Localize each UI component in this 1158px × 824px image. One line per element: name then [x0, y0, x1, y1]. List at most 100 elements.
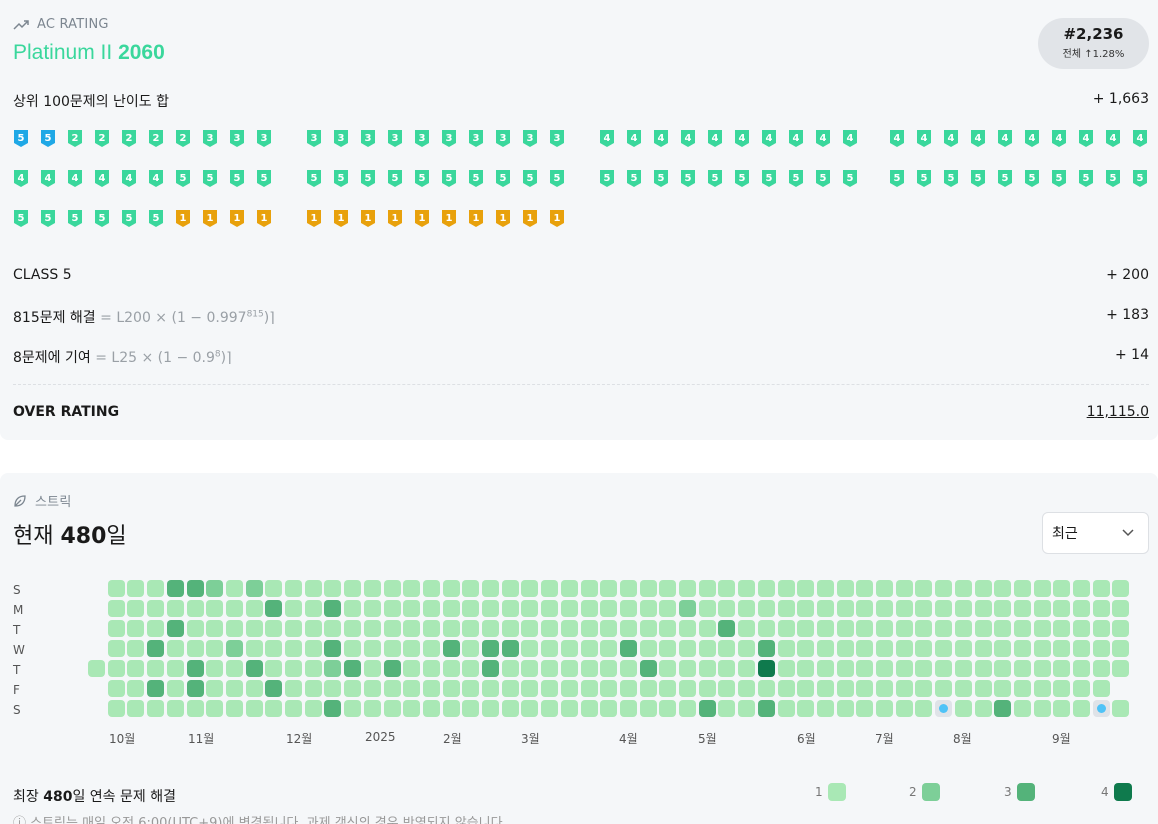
streak-cell[interactable] [186, 660, 204, 677]
streak-cell[interactable] [639, 640, 657, 657]
streak-cell[interactable] [166, 620, 184, 637]
streak-cell[interactable] [186, 680, 204, 697]
streak-cell[interactable] [876, 640, 893, 657]
streak-cell[interactable] [383, 700, 401, 717]
tier-badge-icon[interactable]: 5 [40, 209, 56, 228]
streak-cell[interactable] [107, 620, 125, 637]
tier-badge-icon[interactable]: 4 [680, 129, 696, 148]
streak-cell[interactable] [482, 580, 499, 597]
streak-range-select[interactable]: 최근 [1042, 512, 1149, 554]
streak-cell[interactable] [147, 640, 165, 657]
streak-cell[interactable] [363, 580, 381, 597]
streak-cell[interactable] [1053, 600, 1071, 617]
streak-cell[interactable] [127, 640, 145, 657]
tier-badge-icon[interactable]: 5 [653, 169, 669, 188]
streak-cell[interactable] [1013, 600, 1031, 617]
streak-cell[interactable] [1013, 660, 1031, 677]
streak-cell[interactable] [442, 600, 460, 617]
tier-badge-icon[interactable]: 3 [549, 129, 565, 148]
streak-cell[interactable] [501, 700, 519, 717]
over-rating-value[interactable]: 11,115.0 [1087, 404, 1149, 420]
streak-cell[interactable] [245, 600, 263, 617]
streak-cell[interactable] [679, 640, 696, 657]
tier-badge-icon[interactable]: 4 [943, 129, 959, 148]
streak-cell[interactable] [679, 680, 696, 697]
streak-cell[interactable] [127, 580, 145, 597]
streak-cell[interactable] [757, 640, 775, 657]
streak-cell[interactable] [974, 580, 992, 597]
streak-cell[interactable] [856, 640, 874, 657]
tier-badge-icon[interactable]: 3 [256, 129, 272, 148]
streak-cell[interactable] [462, 660, 480, 677]
streak-cell[interactable] [915, 580, 933, 597]
streak-cell[interactable] [422, 600, 440, 617]
streak-cell[interactable] [422, 620, 440, 637]
streak-cell[interactable] [422, 680, 440, 697]
tier-badge-icon[interactable]: 4 [121, 169, 137, 188]
streak-cell[interactable] [797, 620, 815, 637]
streak-cell[interactable] [363, 600, 381, 617]
streak-cell[interactable] [895, 620, 913, 637]
tier-badge-icon[interactable]: 1 [175, 209, 191, 228]
streak-cell[interactable] [422, 660, 440, 677]
streak-cell[interactable] [225, 640, 243, 657]
tier-badge-icon[interactable]: 4 [148, 169, 164, 188]
streak-cell[interactable] [757, 680, 775, 697]
streak-cell[interactable] [580, 600, 598, 617]
streak-cell[interactable] [482, 640, 499, 657]
streak-cell[interactable] [816, 640, 834, 657]
streak-cell[interactable] [442, 680, 460, 697]
streak-cell[interactable] [994, 580, 1012, 597]
tier-badge-icon[interactable]: 5 [626, 169, 642, 188]
streak-cell[interactable] [718, 640, 736, 657]
streak-cell[interactable] [422, 640, 440, 657]
streak-cell[interactable] [738, 700, 756, 717]
tier-badge-icon[interactable]: 5 [441, 169, 457, 188]
streak-cell[interactable] [147, 680, 165, 697]
tier-badge-icon[interactable]: 5 [599, 169, 615, 188]
streak-cell[interactable] [462, 700, 480, 717]
streak-cell[interactable] [403, 700, 421, 717]
streak-cell[interactable] [935, 640, 953, 657]
tier-badge-icon[interactable]: 4 [40, 169, 56, 188]
streak-cell[interactable] [1013, 640, 1031, 657]
streak-cell[interactable] [600, 600, 618, 617]
streak-cell[interactable] [363, 620, 381, 637]
streak-cell[interactable] [344, 600, 362, 617]
tier-badge-icon[interactable]: 3 [414, 129, 430, 148]
streak-cell[interactable] [915, 660, 933, 677]
streak-cell[interactable] [1053, 640, 1071, 657]
streak-cell[interactable] [560, 660, 578, 677]
streak-cell[interactable] [659, 580, 677, 597]
streak-cell[interactable] [915, 640, 933, 657]
streak-cell[interactable] [560, 580, 578, 597]
streak-cell[interactable] [186, 580, 204, 597]
streak-cell[interactable] [777, 600, 795, 617]
streak-cell[interactable] [757, 660, 775, 677]
tier-badge-icon[interactable]: 5 [94, 209, 110, 228]
streak-cell[interactable] [147, 600, 165, 617]
streak-cell[interactable] [344, 700, 362, 717]
streak-cell[interactable] [600, 580, 618, 597]
tier-badge-icon[interactable]: 4 [707, 129, 723, 148]
streak-cell[interactable] [304, 640, 322, 657]
streak-cell[interactable] [422, 580, 440, 597]
tier-badge-icon[interactable]: 4 [889, 129, 905, 148]
tier-badge-icon[interactable]: 1 [256, 209, 272, 228]
streak-cell[interactable] [1033, 620, 1051, 637]
streak-cell[interactable] [1092, 660, 1110, 677]
streak-cell[interactable] [994, 620, 1012, 637]
streak-cell[interactable] [1073, 700, 1090, 717]
streak-cell[interactable] [895, 600, 913, 617]
tier-badge-icon[interactable]: 5 [333, 169, 349, 188]
streak-cell[interactable] [954, 580, 972, 597]
tier-badge-icon[interactable]: 4 [916, 129, 932, 148]
streak-cell[interactable] [245, 620, 263, 637]
streak-cell[interactable] [166, 640, 184, 657]
streak-cell[interactable] [1073, 680, 1090, 697]
streak-cell[interactable] [206, 640, 224, 657]
streak-cell[interactable] [777, 640, 795, 657]
streak-cell[interactable] [265, 600, 283, 617]
streak-cell[interactable] [462, 640, 480, 657]
streak-cell[interactable] [1073, 660, 1090, 677]
